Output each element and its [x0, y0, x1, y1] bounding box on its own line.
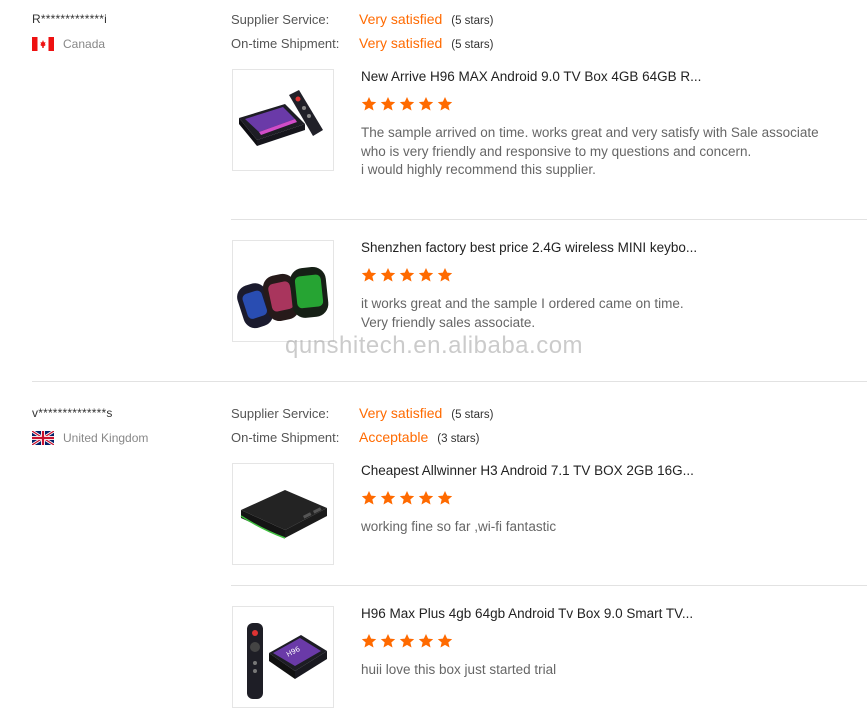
star-icon [437, 268, 453, 282]
review-comment: working fine so far ,wi-fi fantastic [361, 519, 557, 534]
shipment-rating: On-time Shipment: Acceptable (3 stars) [231, 429, 479, 445]
tv-box-remote-icon: H96 [233, 607, 333, 707]
star-icon [361, 634, 377, 648]
star-icon [437, 634, 453, 648]
product-star-rating [361, 633, 453, 649]
star-icon [380, 491, 396, 505]
country-name: United Kingdom [63, 431, 149, 445]
star-icon [380, 97, 396, 111]
reviewer-country: United Kingdom [32, 431, 148, 445]
star-icon [361, 491, 377, 505]
uk-flag-icon [32, 431, 54, 445]
star-icon [418, 491, 434, 505]
rating-value: Very satisfied [359, 11, 443, 27]
rating-label: On-time Shipment: [231, 36, 340, 51]
rating-label: On-time Shipment: [231, 430, 340, 445]
star-icon [380, 268, 396, 282]
star-icon [399, 268, 415, 282]
product-star-rating [361, 267, 453, 283]
canada-flag-icon [32, 37, 54, 51]
product-thumbnail[interactable] [232, 463, 334, 565]
product-star-rating [361, 96, 453, 112]
tv-box-icon [233, 464, 333, 564]
star-icon [418, 634, 434, 648]
rating-value: Very satisfied [359, 405, 443, 421]
rating-star-count: (5 stars) [451, 15, 494, 27]
review-comment: it works great and the sample I ordered … [361, 296, 684, 330]
rating-star-count: (3 stars) [437, 433, 480, 445]
star-icon [380, 634, 396, 648]
product-thumbnail[interactable] [232, 240, 334, 342]
product-thumbnail[interactable] [232, 69, 334, 171]
rating-star-count: (5 stars) [451, 409, 494, 421]
reviewer-name: R*************i [32, 12, 108, 26]
star-icon [361, 97, 377, 111]
product-star-rating [361, 490, 453, 506]
star-icon [399, 491, 415, 505]
reviewer-name: v**************s [32, 406, 113, 420]
tv-box-icon [239, 90, 323, 146]
rating-label: Supplier Service: [231, 406, 330, 421]
star-icon [399, 634, 415, 648]
product-title[interactable]: New Arrive H96 MAX Android 9.0 TV Box 4G… [361, 69, 701, 84]
divider [231, 219, 867, 220]
star-icon [361, 268, 377, 282]
rating-star-count: (5 stars) [451, 39, 494, 51]
star-icon [437, 97, 453, 111]
star-icon [399, 97, 415, 111]
product-title[interactable]: Cheapest Allwinner H3 Android 7.1 TV BOX… [361, 463, 694, 478]
rating-value: Acceptable [359, 429, 429, 445]
watermark: qunshitech.en.alibaba.com [285, 332, 584, 359]
rating-value: Very satisfied [359, 35, 443, 51]
shipment-rating: On-time Shipment: Very satisfied (5 star… [231, 35, 493, 51]
rating-label: Supplier Service: [231, 12, 330, 27]
country-name: Canada [63, 37, 106, 51]
supplier-service-rating: Supplier Service: Very satisfied (5 star… [231, 405, 493, 421]
star-icon [437, 491, 453, 505]
mini-keyboard-icon [233, 241, 333, 341]
divider [231, 585, 867, 586]
product-title[interactable]: H96 Max Plus 4gb 64gb Android Tv Box 9.0… [361, 606, 693, 621]
review-comment: huii love this box just started trial [361, 662, 557, 677]
star-icon [418, 268, 434, 282]
review-divider [32, 381, 867, 382]
supplier-service-rating: Supplier Service: Very satisfied (5 star… [231, 11, 493, 27]
reviewer-country: Canada [32, 37, 105, 51]
star-icon [418, 97, 434, 111]
product-title[interactable]: Shenzhen factory best price 2.4G wireles… [361, 240, 697, 255]
review-comment: The sample arrived on time. works great … [361, 125, 819, 177]
